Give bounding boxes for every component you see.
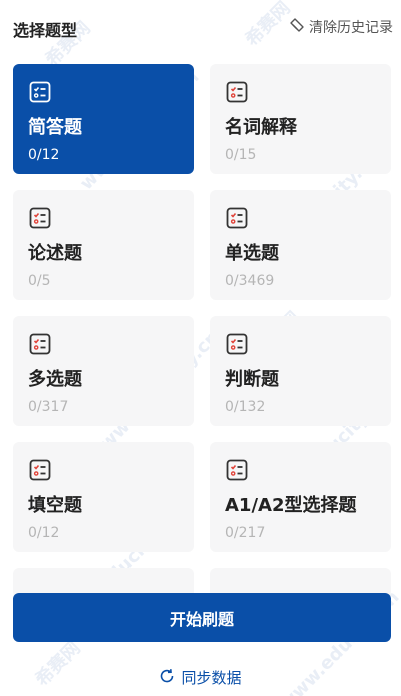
type-card-true-false[interactable]: 判断题 0/132 (210, 316, 391, 426)
type-card-name: 填空题 (28, 495, 82, 516)
eraser-icon (289, 17, 305, 37)
section-title: 选择题型 (13, 21, 78, 40)
clear-history-label: 清除历史记录 (309, 20, 393, 36)
type-card-count: 0/317 (28, 399, 69, 415)
checklist-icon (28, 206, 179, 230)
type-card-count: 0/217 (225, 525, 266, 541)
type-card-name: 名词解释 (225, 117, 297, 138)
header-bar: 选择题型 清除历史记录 (0, 0, 401, 54)
type-card-count: 0/5 (28, 273, 51, 289)
checklist-icon (28, 80, 179, 104)
sync-data-button[interactable]: 同步数据 (0, 667, 401, 688)
refresh-icon (159, 668, 175, 688)
checklist-icon (28, 458, 179, 482)
type-card-name: 论述题 (28, 243, 82, 264)
type-card-multiple-choice[interactable]: 多选题 0/317 (13, 316, 194, 426)
type-card-count: 0/12 (28, 147, 60, 163)
clear-history-button[interactable]: 清除历史记录 (289, 17, 393, 37)
start-practice-button[interactable]: 开始刷题 (13, 593, 391, 642)
type-card-fill-blank[interactable]: 填空题 0/12 (13, 442, 194, 552)
type-card-count: 0/12 (28, 525, 60, 541)
type-card-name: 多选题 (28, 369, 82, 390)
type-card-single-choice[interactable]: 单选题 0/3469 (210, 190, 391, 300)
checklist-icon (225, 458, 376, 482)
type-card-name: 单选题 (225, 243, 279, 264)
question-type-page: 希赛网 希赛网 www.educity.cn www.educity.cn 希赛… (0, 0, 401, 696)
question-type-grid: 简答题 0/12 名词解释 0/15 论述题 0/5 单选题 0/3469 多选… (13, 64, 391, 552)
type-card-name: A1/A2型选择题 (225, 495, 357, 516)
type-card-essay[interactable]: 论述题 0/5 (13, 190, 194, 300)
checklist-icon (225, 80, 376, 104)
type-card-short-answer[interactable]: 简答题 0/12 (13, 64, 194, 174)
type-card-count: 0/15 (225, 147, 257, 163)
type-card-count: 0/132 (225, 399, 266, 415)
type-card-count: 0/3469 (225, 273, 275, 289)
type-card-term-explanation[interactable]: 名词解释 0/15 (210, 64, 391, 174)
checklist-icon (225, 206, 376, 230)
type-card-a1-a2-choice[interactable]: A1/A2型选择题 0/217 (210, 442, 391, 552)
type-card-name: 判断题 (225, 369, 279, 390)
sync-data-label: 同步数据 (181, 669, 242, 687)
checklist-icon (28, 332, 179, 356)
type-card-name: 简答题 (28, 117, 82, 138)
checklist-icon (225, 332, 376, 356)
